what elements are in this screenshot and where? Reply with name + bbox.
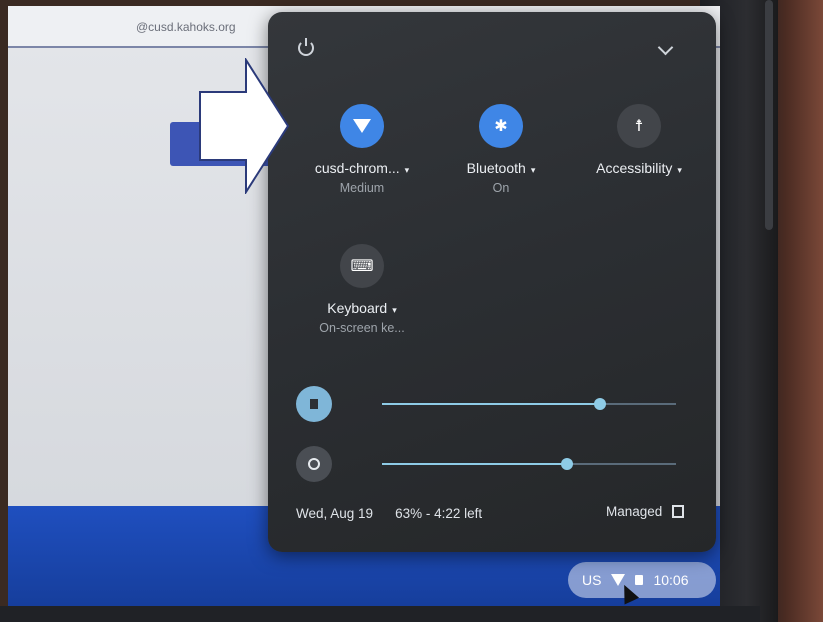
bluetooth-sub: On bbox=[492, 181, 510, 195]
lock-icon bbox=[635, 575, 644, 585]
network-toggle[interactable] bbox=[340, 104, 384, 148]
managed-info[interactable]: Managed bbox=[606, 504, 685, 519]
tile-keyboard[interactable]: ⌨ Keyboard ▾ On-screen ke... bbox=[302, 244, 422, 335]
mute-button[interactable] bbox=[296, 386, 332, 422]
accessibility-toggle[interactable]: ☨ bbox=[617, 104, 661, 148]
tile-bluetooth[interactable]: ✱ Bluetooth ▾ On bbox=[446, 104, 556, 195]
brightness-fill bbox=[382, 463, 568, 465]
power-icon[interactable] bbox=[298, 38, 314, 56]
network-sub: Medium bbox=[339, 181, 385, 195]
tile-network[interactable]: cusd-chrom... ▾ Medium bbox=[302, 104, 422, 195]
caret-down-icon: ▾ bbox=[530, 165, 536, 175]
email-domain-hint: @cusd.kahoks.org bbox=[136, 20, 236, 34]
input-method: US bbox=[582, 572, 602, 588]
managed-label: Managed bbox=[606, 504, 663, 519]
network-label: cusd-chrom... bbox=[314, 160, 400, 176]
building-icon bbox=[672, 505, 685, 518]
panel-footer: Wed, Aug 19 63% - 4:22 left bbox=[296, 506, 482, 521]
brightness-thumb[interactable] bbox=[561, 458, 574, 470]
volume-thumb[interactable] bbox=[593, 398, 606, 410]
volume-slider[interactable] bbox=[382, 398, 676, 410]
tile-accessibility[interactable]: ☨ Accessibility ▾ bbox=[576, 104, 702, 176]
speaker-icon bbox=[310, 399, 318, 409]
volume-fill bbox=[382, 403, 600, 405]
keyboard-label: Keyboard bbox=[327, 300, 388, 316]
quick-settings-panel: cusd-chrom... ▾ Medium ✱ Bluetooth ▾ On ☨ … bbox=[268, 12, 716, 552]
brightness-slider[interactable] bbox=[382, 458, 676, 470]
wifi-icon bbox=[353, 119, 371, 133]
caret-down-icon: ▾ bbox=[404, 165, 410, 175]
brightness-row bbox=[296, 446, 676, 482]
keyboard-icon: ⌨ bbox=[350, 258, 374, 275]
status-area[interactable]: US 10:06 bbox=[568, 562, 716, 598]
pointer-arrow-annotation bbox=[199, 58, 290, 194]
caret-down-icon: ▾ bbox=[392, 305, 397, 315]
caret-down-icon: ▾ bbox=[677, 165, 682, 175]
bluetooth-icon: ✱ bbox=[494, 118, 508, 135]
clock: 10:06 bbox=[653, 572, 689, 588]
battery-label[interactable]: 63% - 4:22 left bbox=[395, 506, 482, 521]
bluetooth-toggle[interactable]: ✱ bbox=[479, 104, 523, 148]
bezel-edge bbox=[765, 0, 773, 230]
accessibility-icon: ☨ bbox=[634, 118, 644, 135]
laptop-bezel-bottom bbox=[0, 606, 760, 622]
brightness-icon bbox=[308, 458, 320, 470]
accessibility-label: Accessibility bbox=[596, 160, 673, 176]
bluetooth-label: Bluetooth bbox=[466, 160, 526, 176]
volume-row bbox=[296, 386, 676, 422]
keyboard-sub: On-screen ke... bbox=[319, 321, 405, 335]
keyboard-toggle[interactable]: ⌨ bbox=[340, 244, 384, 288]
date-label[interactable]: Wed, Aug 19 bbox=[296, 506, 373, 521]
brightness-button[interactable] bbox=[296, 446, 332, 482]
chevron-down-icon[interactable] bbox=[657, 39, 674, 56]
